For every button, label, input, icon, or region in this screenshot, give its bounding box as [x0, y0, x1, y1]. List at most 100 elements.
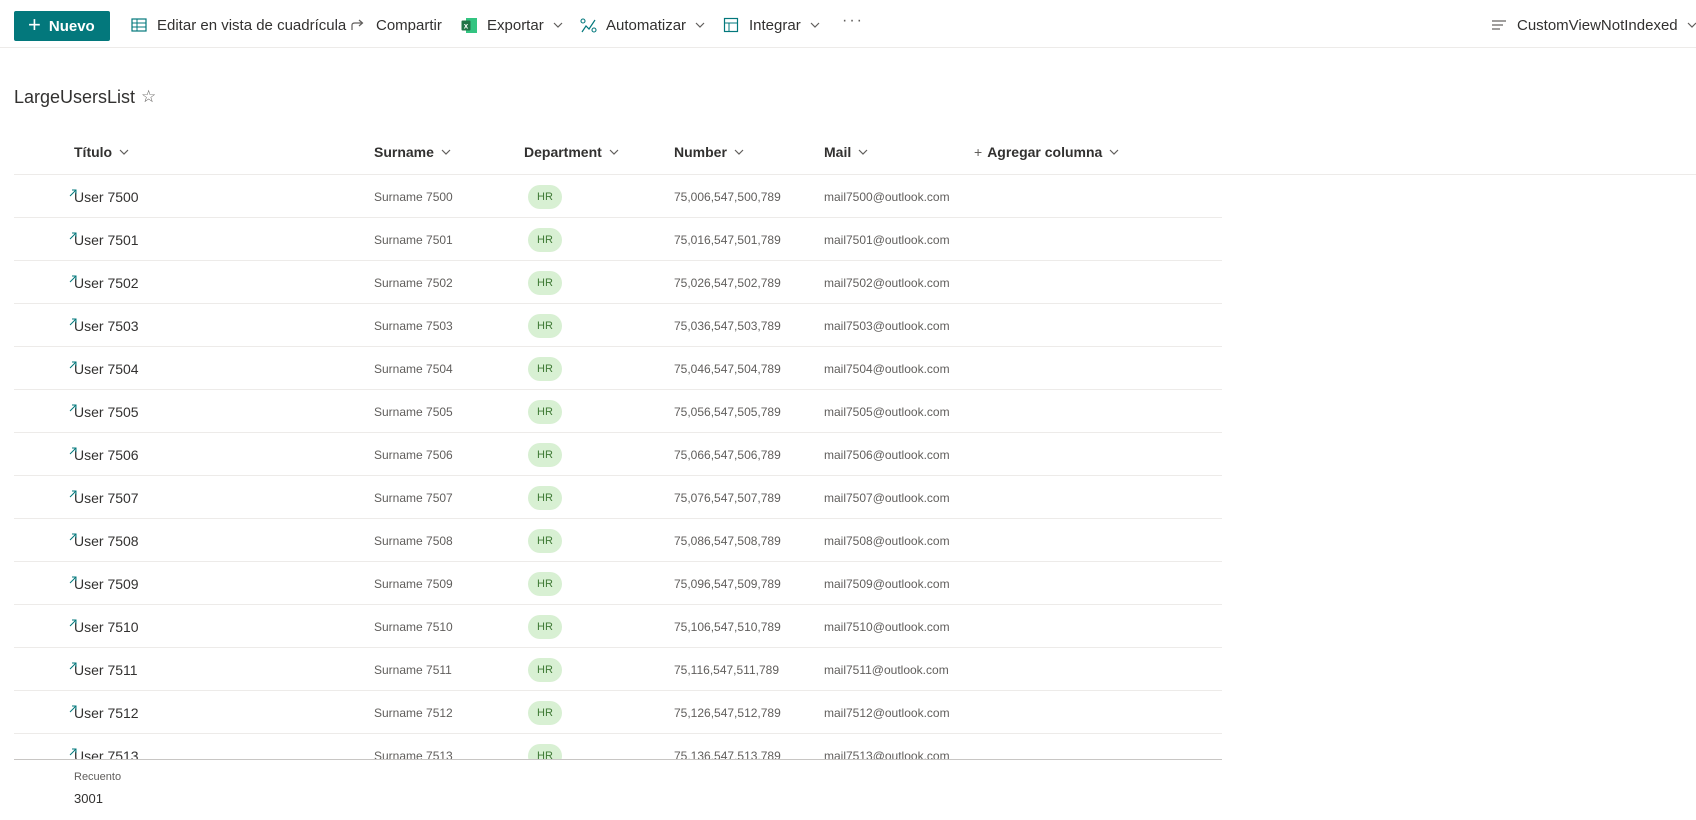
- item-title: User 7509: [74, 575, 139, 592]
- new-item-icon: [69, 399, 77, 412]
- column-header-mail[interactable]: Mail: [824, 144, 869, 160]
- item-number: 75,076,547,507,789: [674, 490, 781, 505]
- department-cell: HR: [528, 218, 562, 261]
- department-cell: HR: [528, 390, 562, 433]
- item-number: 75,116,547,511,789: [674, 662, 779, 677]
- table-row[interactable]: User 7501 Surname 7501 HR 75,016,547,501,78…: [14, 218, 1222, 261]
- new-item-icon: [69, 743, 77, 756]
- item-title-link[interactable]: User 7500: [69, 175, 139, 218]
- automate-button[interactable]: Automatizar: [579, 14, 706, 36]
- item-surname: Surname 7512: [374, 705, 453, 720]
- item-title: User 7503: [74, 317, 139, 334]
- chevron-down-icon: [608, 146, 620, 158]
- column-header-number[interactable]: Number: [674, 144, 745, 160]
- item-surname: Surname 7511: [374, 662, 452, 677]
- table-row[interactable]: User 7500 Surname 7500 HR 75,006,547,500,78…: [14, 175, 1222, 218]
- item-title: User 7507: [74, 489, 139, 506]
- new-item-icon: [69, 657, 77, 670]
- item-title: User 7500: [74, 188, 139, 205]
- department-badge: HR: [528, 571, 562, 596]
- column-header-label: Department: [524, 144, 602, 160]
- item-title-link[interactable]: User 7509: [69, 562, 139, 605]
- column-header-title[interactable]: Título: [74, 144, 130, 160]
- table-row[interactable]: User 7513 Surname 7513 HR 75,136,547,513,78…: [14, 734, 1222, 759]
- table-row[interactable]: User 7502 Surname 7502 HR 75,026,547,502,78…: [14, 261, 1222, 304]
- share-button[interactable]: Compartir: [349, 14, 442, 36]
- new-button-label: Nuevo: [48, 17, 95, 35]
- department-cell: HR: [528, 476, 562, 519]
- column-header-department[interactable]: Department: [524, 144, 620, 160]
- integrate-button[interactable]: Integrar: [722, 14, 821, 36]
- item-number: 75,126,547,512,789: [674, 705, 781, 720]
- item-title-link[interactable]: User 7504: [69, 347, 139, 390]
- item-surname: Surname 7505: [374, 404, 453, 419]
- table-row[interactable]: User 7504 Surname 7504 HR 75,046,547,504,78…: [14, 347, 1222, 390]
- department-cell: HR: [528, 261, 562, 304]
- page-title: LargeUsersList: [14, 87, 136, 107]
- column-header-surname[interactable]: Surname: [374, 144, 452, 160]
- item-title-link[interactable]: User 7503: [69, 304, 139, 347]
- item-surname: Surname 7506: [374, 447, 453, 462]
- export-label: Exportar: [487, 16, 544, 34]
- item-title: User 7505: [74, 403, 139, 420]
- count-label: Recuento: [74, 771, 122, 783]
- export-button[interactable]: x Exportar: [460, 14, 564, 36]
- item-number: 75,086,547,508,789: [674, 533, 781, 548]
- more-options-button[interactable]: ···: [842, 12, 864, 30]
- new-button[interactable]: + Nuevo: [14, 11, 110, 41]
- item-title-link[interactable]: User 7501: [69, 218, 139, 261]
- item-number: 75,036,547,503,789: [674, 318, 781, 333]
- item-surname: Surname 7501: [374, 232, 453, 247]
- view-selector[interactable]: CustomViewNotIndexed: [1490, 14, 1696, 36]
- department-badge: HR: [528, 657, 562, 682]
- chevron-down-icon: [809, 19, 821, 31]
- item-title-link[interactable]: User 7511: [69, 648, 138, 691]
- add-column-button[interactable]: + Agregar columna: [974, 144, 1120, 160]
- table-row[interactable]: User 7506 Surname 7506 HR 75,066,547,506,78…: [14, 433, 1222, 476]
- item-number: 75,046,547,504,789: [674, 361, 781, 376]
- item-number: 75,106,547,510,789: [674, 619, 781, 634]
- item-title-link[interactable]: User 7507: [69, 476, 139, 519]
- column-header-label: Mail: [824, 144, 852, 160]
- view-selector-label: CustomViewNotIndexed: [1517, 16, 1678, 34]
- item-title-link[interactable]: User 7505: [69, 390, 139, 433]
- integrate-icon: [722, 16, 740, 34]
- table-row[interactable]: User 7503 Surname 7503 HR 75,036,547,503,78…: [14, 304, 1222, 347]
- item-mail: mail7511@outlook.com: [824, 662, 949, 677]
- table-row[interactable]: User 7510 Surname 7510 HR 75,106,547,510,78…: [14, 605, 1222, 648]
- item-number: 75,026,547,502,789: [674, 275, 781, 290]
- item-mail: mail7512@outlook.com: [824, 705, 950, 720]
- department-cell: HR: [528, 519, 562, 562]
- table-row[interactable]: User 7507 Surname 7507 HR 75,076,547,507,78…: [14, 476, 1222, 519]
- item-mail: mail7505@outlook.com: [824, 404, 950, 419]
- table-row[interactable]: User 7509 Surname 7509 HR 75,096,547,509,78…: [14, 562, 1222, 605]
- table-row[interactable]: User 7512 Surname 7512 HR 75,126,547,512,78…: [14, 691, 1222, 734]
- item-title-link[interactable]: User 7513: [69, 734, 139, 759]
- item-mail: mail7501@outlook.com: [824, 232, 950, 247]
- item-title: User 7506: [74, 446, 139, 463]
- item-title: User 7511: [74, 661, 138, 678]
- item-title-link[interactable]: User 7508: [69, 519, 139, 562]
- item-mail: mail7504@outlook.com: [824, 361, 950, 376]
- view-lines-icon: [1490, 16, 1508, 34]
- item-title: User 7501: [74, 231, 139, 248]
- department-cell: HR: [528, 304, 562, 347]
- department-cell: HR: [528, 347, 562, 390]
- department-badge: HR: [528, 227, 562, 252]
- new-item-icon: [69, 485, 77, 498]
- table-row[interactable]: User 7511 Surname 7511 HR 75,116,547,511,78…: [14, 648, 1222, 691]
- item-mail: mail7506@outlook.com: [824, 447, 950, 462]
- column-header-label: Título: [74, 144, 113, 160]
- item-title-link[interactable]: User 7512: [69, 691, 139, 734]
- item-surname: Surname 7503: [374, 318, 453, 333]
- plus-icon: +: [28, 12, 41, 37]
- star-icon[interactable]: ☆: [141, 87, 156, 107]
- chevron-down-icon: [440, 146, 452, 158]
- item-title-link[interactable]: User 7506: [69, 433, 139, 476]
- item-title-link[interactable]: User 7510: [69, 605, 139, 648]
- grid-edit-button[interactable]: Editar en vista de cuadrícula: [130, 14, 346, 36]
- item-surname: Surname 7509: [374, 576, 453, 591]
- item-title-link[interactable]: User 7502: [69, 261, 139, 304]
- table-row[interactable]: User 7508 Surname 7508 HR 75,086,547,508,78…: [14, 519, 1222, 562]
- table-row[interactable]: User 7505 Surname 7505 HR 75,056,547,505,78…: [14, 390, 1222, 433]
